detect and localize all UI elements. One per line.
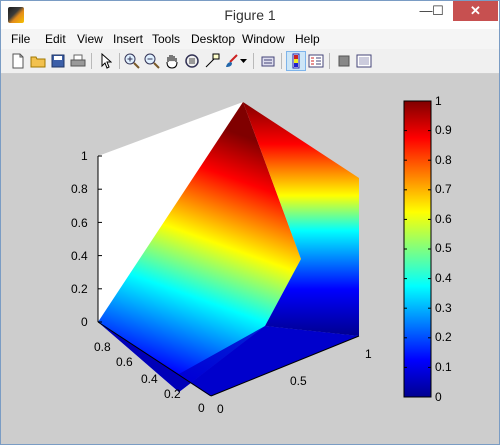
colorbar-labels: 1 0.9 0.8 0.7 0.6 0.5 0.4 0.3 0.2 0.1 0 (435, 94, 452, 404)
colorbar-tick-label: 0.8 (435, 153, 452, 167)
toolbar-separator (253, 53, 254, 69)
colorbar-tick-label: 0.3 (435, 301, 452, 315)
menu-bar: File Edit View Insert Tools Desktop Wind… (1, 29, 499, 49)
colorbar-tick-label: 0 (435, 390, 442, 404)
edit-plot-arrow-icon[interactable] (97, 52, 115, 70)
y-tick-label: 0.8 (94, 340, 111, 354)
maximize-button[interactable]: ☐ (425, 1, 451, 21)
toolbar-separator (91, 53, 92, 69)
figure-canvas[interactable]: 0 0.2 0.4 0.6 0.8 1 0.8 0.6 0.4 0.2 0 0 … (1, 74, 499, 444)
save-icon[interactable] (49, 52, 67, 70)
colorbar-tick-label: 0.9 (435, 123, 452, 137)
figure-toolbar (1, 49, 499, 74)
y-tick-label: 0.4 (141, 372, 158, 386)
brush-dropdown-icon[interactable] (239, 52, 249, 70)
x-tick-label: 0.5 (290, 374, 307, 388)
toolbar-separator (119, 53, 120, 69)
menu-help[interactable]: Help (295, 32, 320, 46)
colorbar-tick-label: 0.2 (435, 330, 452, 344)
hide-plot-tools-icon[interactable] (335, 52, 353, 70)
rotate-3d-icon[interactable] (183, 52, 201, 70)
y-tick-label: 0.6 (116, 355, 133, 369)
z-tick-label: 0 (81, 315, 88, 329)
close-button[interactable]: ✕ (453, 1, 498, 21)
insert-colorbar-icon[interactable] (286, 51, 306, 71)
new-figure-icon[interactable] (9, 52, 27, 70)
x-tick-label: 1 (365, 347, 372, 361)
toolbar-separator (281, 53, 282, 69)
zoom-out-icon[interactable] (143, 52, 161, 70)
figure-window: Figure 1 — ☐ ✕ File Edit View Insert Too… (0, 0, 500, 445)
show-plot-tools-icon[interactable] (355, 52, 373, 70)
y-tick-label: 0 (198, 401, 205, 415)
colorbar[interactable] (403, 100, 432, 398)
data-cursor-icon[interactable] (203, 52, 221, 70)
open-file-icon[interactable] (29, 52, 47, 70)
z-tick-label: 0.6 (71, 216, 88, 230)
z-tick-label: 0.2 (71, 282, 88, 296)
menu-file[interactable]: File (11, 32, 30, 46)
print-icon[interactable] (69, 52, 87, 70)
menu-tools[interactable]: Tools (152, 32, 180, 46)
menu-window[interactable]: Window (242, 32, 285, 46)
menu-edit[interactable]: Edit (45, 32, 66, 46)
link-plot-icon[interactable] (259, 52, 277, 70)
menu-view[interactable]: View (77, 32, 103, 46)
colorbar-tick-label: 0.4 (435, 271, 452, 285)
pan-hand-icon[interactable] (163, 52, 181, 70)
x-tick-label: 0 (217, 402, 224, 416)
menu-desktop[interactable]: Desktop (191, 32, 235, 46)
menu-insert[interactable]: Insert (113, 32, 143, 46)
title-bar[interactable]: Figure 1 — ☐ ✕ (1, 1, 499, 29)
colorbar-tick-label: 0.1 (435, 360, 452, 374)
z-tick-label: 0.8 (71, 182, 88, 196)
colorbar-tick-label: 0.7 (435, 182, 452, 196)
plot-svg: 0 0.2 0.4 0.6 0.8 1 0.8 0.6 0.4 0.2 0 0 … (71, 94, 452, 416)
z-tick-label: 0.4 (71, 249, 88, 263)
z-tick-label: 1 (81, 149, 88, 163)
colorbar-tick-label: 0.5 (435, 241, 452, 255)
insert-legend-icon[interactable] (307, 52, 325, 70)
zoom-in-icon[interactable] (123, 52, 141, 70)
y-tick-label: 0.2 (164, 387, 181, 401)
colorbar-tick-label: 0.6 (435, 212, 452, 226)
colorbar-tick-label: 1 (435, 94, 442, 108)
toolbar-separator (329, 53, 330, 69)
